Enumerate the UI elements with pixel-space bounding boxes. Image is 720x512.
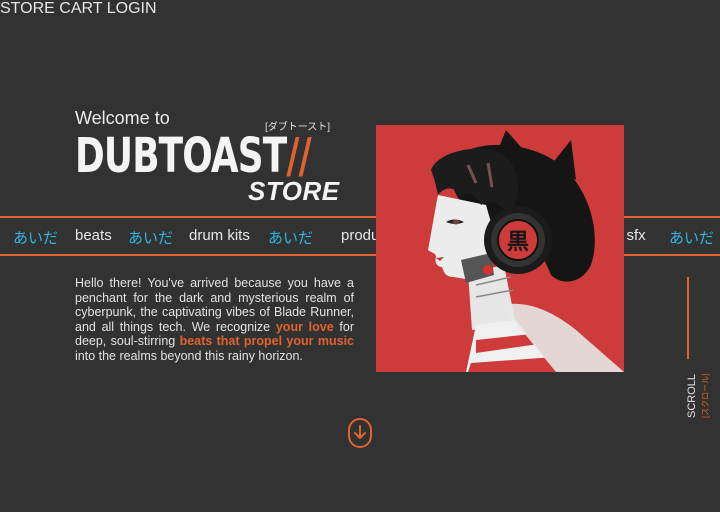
intro-highlight: beats that propel your music <box>179 334 354 348</box>
hero-artwork: 黒 <box>376 125 624 372</box>
nav-cart-link[interactable]: CART <box>59 0 102 17</box>
ticker-item-kana: あいだ <box>128 230 174 247</box>
scroll-indicator-line <box>687 277 689 359</box>
arrow-down-circle-icon <box>348 418 372 448</box>
ticker-item-products[interactable]: produ <box>341 227 379 244</box>
intro-text: into the realms beyond this rainy horizo… <box>75 348 303 363</box>
ticker-item-kana: あいだ <box>669 230 715 247</box>
top-nav: STORE CART LOGIN <box>0 0 720 18</box>
brand-store-word: STORE <box>248 176 340 206</box>
intro-paragraph: Hello there! You've arrived because you … <box>75 276 354 363</box>
ticker-item-kana: あいだ <box>268 230 314 247</box>
welcome-text: Welcome to <box>75 108 170 128</box>
nav-store-link[interactable]: STORE <box>0 0 55 17</box>
ticker-item-drum-kits[interactable]: drum kits <box>189 227 250 244</box>
scroll-label[interactable]: SCROLL <box>686 374 698 418</box>
nav-login-link[interactable]: LOGIN <box>107 0 157 17</box>
kanji-badge: 黒 <box>507 230 529 255</box>
ticker-item-kana: あいだ <box>13 230 59 247</box>
scroll-katakana: [スクロール] <box>701 373 710 418</box>
scroll-down-button[interactable] <box>347 418 373 448</box>
cyberpunk-girl-illustration: 黒 <box>428 130 624 372</box>
ticker-item-beats[interactable]: beats <box>75 227 112 244</box>
intro-highlight: your love <box>275 319 334 334</box>
